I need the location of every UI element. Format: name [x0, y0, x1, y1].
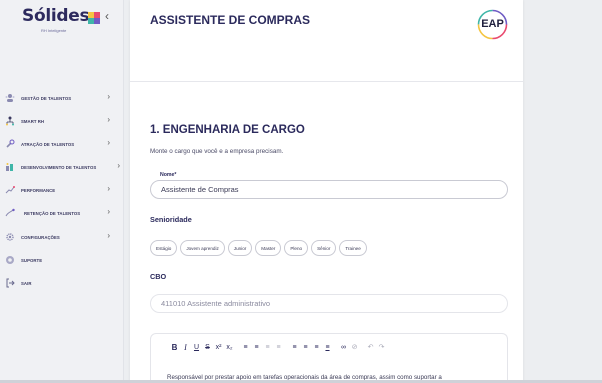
brand-logo[interactable]: Sólides RH Inteligente: [22, 6, 102, 33]
superscript-icon[interactable]: x²: [213, 342, 224, 352]
sidebar-item-label: DESENVOLVIMENTO DE TALENTOS: [21, 164, 97, 170]
brand-mark-icon: [88, 12, 100, 24]
sidebar-item-atracao-de-talentos[interactable]: ATRAÇÃO DE TALENTOS ›: [4, 137, 116, 151]
support-icon: [4, 255, 15, 266]
outdent-icon[interactable]: ≡: [273, 342, 284, 352]
org-chart-icon: [4, 116, 15, 127]
senioridade-chip-master[interactable]: Master: [255, 240, 282, 256]
strikethrough-icon[interactable]: S: [202, 342, 213, 352]
align-justify-icon[interactable]: ≡: [322, 342, 333, 352]
align-right-icon[interactable]: ≡: [311, 342, 322, 352]
cbo-input-value: 411010 Assistente administrativo: [161, 299, 271, 308]
sidebar-item-label: SAIR: [21, 280, 32, 286]
bullet-list-icon[interactable]: ≡: [240, 342, 251, 352]
bold-icon[interactable]: B: [169, 342, 180, 352]
people-icon: [4, 93, 15, 104]
sidebar-item-desenvolvimento-de-talentos[interactable]: DESENVOLVIMENTO DE TALENTOS ›: [4, 160, 120, 174]
align-center-icon[interactable]: ≡: [300, 342, 311, 352]
growth-icon: [4, 162, 15, 173]
sidebar-item-label: GESTÃO DE TALENTOS: [21, 95, 72, 101]
undo-icon[interactable]: ↶: [365, 342, 376, 352]
main-panel: ASSISTENTE DE COMPRAS EAP 1. ENGENHARIA …: [130, 0, 523, 383]
brand-subtitle: RH Inteligente: [41, 28, 67, 33]
page-title: ASSISTENTE DE COMPRAS: [150, 13, 311, 27]
chevron-right-icon: ›: [107, 207, 110, 216]
link-icon[interactable]: ∞: [338, 342, 349, 352]
senioridade-label: Senioridade: [150, 215, 192, 224]
senioridade-chip-jovem-aprendiz[interactable]: Jovem aprendiz: [180, 240, 225, 256]
senioridade-chip-senior[interactable]: Sênior: [311, 240, 337, 256]
italic-icon[interactable]: I: [180, 342, 191, 352]
sidebar-item-label: RETENÇÃO DE TALENTOS: [24, 210, 81, 216]
logout-icon: [4, 278, 15, 289]
sidebar-item-sair[interactable]: SAIR: [4, 276, 116, 290]
sidebar-item-gestao-de-talentos[interactable]: GESTÃO DE TALENTOS ›: [4, 91, 116, 105]
nome-input-value: Assistente de Compras: [161, 185, 239, 194]
sidebar-item-suporte[interactable]: SUPORTE: [4, 253, 116, 267]
editor-toolbar: B I U S x² x₂ ≡ ≡ ≡ ≡ ≡ ≡ ≡ ≡ ∞ ⊘ ↶ ↷: [169, 342, 387, 352]
chevron-right-icon: ›: [117, 161, 120, 170]
align-left-icon[interactable]: ≡: [289, 342, 300, 352]
magnet-icon: [4, 139, 15, 150]
subscript-icon[interactable]: x₂: [224, 342, 235, 352]
chevron-right-icon: ›: [107, 115, 110, 124]
brand-name: Sólides: [22, 6, 90, 26]
unlink-icon[interactable]: ⊘: [349, 342, 360, 352]
sidebar-item-label: SUPORTE: [21, 257, 43, 263]
cbo-input[interactable]: 411010 Assistente administrativo: [150, 294, 508, 313]
sidebar-item-retencao-de-talentos[interactable]: RETENÇÃO DE TALENTOS ›: [4, 206, 116, 220]
redo-icon[interactable]: ↷: [376, 342, 387, 352]
sidebar: Sólides RH Inteligente ‹ GESTÃO DE TALEN…: [0, 0, 124, 383]
senioridade-chip-pleno[interactable]: Pleno: [284, 240, 309, 256]
eap-badge-label: EAP: [481, 18, 504, 30]
sidebar-item-label: CONFIGURAÇÕES: [21, 234, 60, 240]
sidebar-item-smart-rh[interactable]: SMART RH ›: [4, 114, 116, 128]
nome-input[interactable]: Assistente de Compras: [150, 180, 508, 199]
sidebar-item-label: PERFORMANCE: [21, 187, 56, 193]
cbo-label: CBO: [150, 272, 167, 281]
numbered-list-icon[interactable]: ≡: [251, 342, 262, 352]
retention-icon: [4, 208, 15, 219]
sidebar-item-label: ATRAÇÃO DE TALENTOS: [21, 141, 75, 147]
senioridade-options: Estágio Jovem aprendiz Junior Master Ple…: [150, 240, 367, 256]
chevron-right-icon: ›: [107, 138, 110, 147]
chevron-right-icon: ›: [107, 92, 110, 101]
chevron-left-icon[interactable]: ‹: [105, 9, 109, 23]
senioridade-chip-junior[interactable]: Junior: [227, 240, 253, 256]
header-divider: [130, 81, 523, 82]
sidebar-item-configuracoes[interactable]: CONFIGURAÇÕES ›: [4, 230, 116, 244]
indent-icon[interactable]: ≡: [262, 342, 273, 352]
senioridade-chip-estagio[interactable]: Estágio: [150, 240, 178, 256]
rich-text-editor[interactable]: B I U S x² x₂ ≡ ≡ ≡ ≡ ≡ ≡ ≡ ≡ ∞ ⊘ ↶ ↷ Re…: [150, 333, 508, 383]
eap-badge[interactable]: EAP: [477, 9, 508, 40]
senioridade-chip-trainee[interactable]: Trainee: [339, 240, 367, 256]
chevron-right-icon: ›: [107, 231, 110, 240]
section-title: 1. ENGENHARIA DE CARGO: [150, 124, 305, 136]
nome-label: Nome*: [160, 172, 177, 178]
gear-icon: [4, 232, 15, 243]
sidebar-item-performance[interactable]: PERFORMANCE ›: [4, 183, 116, 197]
section-description: Monte o cargo que você e a empresa preci…: [150, 148, 284, 155]
chevron-right-icon: ›: [107, 184, 110, 193]
performance-icon: [4, 185, 15, 196]
underline-icon[interactable]: U: [191, 342, 202, 352]
sidebar-item-label: SMART RH: [21, 118, 45, 124]
